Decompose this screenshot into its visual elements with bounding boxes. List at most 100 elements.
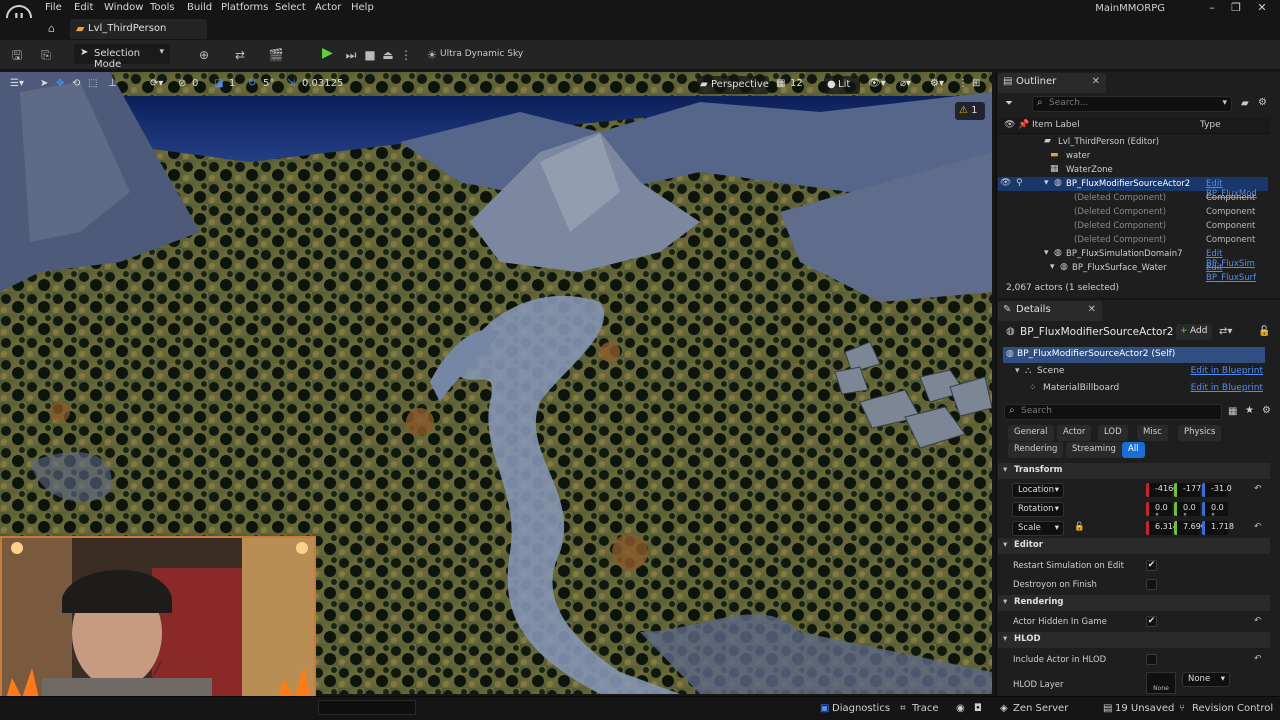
save-icon[interactable]: 🖫 <box>9 47 25 63</box>
outliner-row[interactable]: (Deleted Component) Component <box>998 233 1268 247</box>
scale-mode-dropdown[interactable]: Scale ▾ <box>1012 521 1064 536</box>
angle-snap-value[interactable]: 5° <box>263 78 274 92</box>
cinematics-icon[interactable]: 🎬 <box>268 47 284 63</box>
outliner-row-selected[interactable]: 👁 ⚲ ▾ ◍ BP_FluxModifierSourceActor2 Edit… <box>998 177 1268 199</box>
select-tool-icon[interactable]: ➤ <box>40 78 48 92</box>
filter-actor[interactable]: Actor <box>1057 425 1092 441</box>
level-tab[interactable]: ▰ Lvl_ThirdPerson <box>70 19 207 39</box>
reset-arrow-icon[interactable]: ↶ <box>1254 522 1262 532</box>
rendering-category[interactable]: ▾ Rendering <box>998 595 1270 611</box>
play-icon[interactable]: ▶ <box>322 45 338 63</box>
fov-icon[interactable]: ▦ <box>776 78 785 92</box>
outliner-row[interactable]: ▰ Lvl_ThirdPerson (Editor) <box>998 135 1268 149</box>
more-options-icon[interactable]: ⋮ <box>958 78 968 92</box>
outliner-row[interactable]: ▾ ◍ BP_FluxSurface_Water Edit BP_FluxSur… <box>998 261 1268 283</box>
destroy-on-finish-checkbox[interactable] <box>1146 579 1157 590</box>
outliner-settings-icon[interactable]: ⚙ <box>1258 97 1267 108</box>
warning-badge[interactable]: ⚠ 1 <box>955 102 985 120</box>
view-mode-dropdown[interactable]: ● Lit <box>824 76 860 94</box>
show-flags-icon[interactable]: 👁▾ <box>868 78 886 92</box>
component-row[interactable]: ⁘ MaterialBillboard Edit in Blueprint <box>1003 381 1265 397</box>
property-matrix-icon[interactable]: ▦ <box>1228 406 1237 417</box>
outliner-row[interactable]: ▦ WaterZone <box>998 163 1268 177</box>
grid-snap-value[interactable]: 0 <box>192 78 198 92</box>
close-icon[interactable]: ✕ <box>1088 304 1096 315</box>
reset-arrow-icon[interactable]: ↶ <box>1254 616 1262 626</box>
blueprint-options-icon[interactable]: ⇄▾ <box>1219 326 1232 337</box>
menu-edit[interactable]: Edit <box>74 2 93 13</box>
scale-snap-icon[interactable]: ⇲ <box>287 78 295 92</box>
filter-general[interactable]: General <box>1008 425 1054 441</box>
rotation-snap-icon[interactable]: ◪ <box>214 78 223 92</box>
sky-dropdown[interactable]: Ultra Dynamic Sky <box>440 49 523 59</box>
item-label-column-header[interactable]: Item Label <box>1032 120 1080 130</box>
record-icon[interactable]: ◉ <box>956 703 965 714</box>
scale-x-field[interactable]: 6.314 <box>1146 521 1178 535</box>
favorites-star-icon[interactable]: ★ <box>1245 405 1254 416</box>
expand-arrow-icon[interactable]: ▾ <box>1044 178 1049 188</box>
content-browser-icon[interactable]: ⎘ <box>38 47 54 63</box>
menu-help[interactable]: Help <box>351 2 374 13</box>
menu-build[interactable]: Build <box>187 2 212 13</box>
component-row[interactable]: ▾ ⛬ Scene Edit in Blueprint <box>1003 364 1265 380</box>
menu-platforms[interactable]: Platforms <box>221 2 268 13</box>
outliner-row[interactable]: (Deleted Component) Component <box>998 219 1268 233</box>
rotation-z-field[interactable]: 0.0 ° <box>1202 502 1228 521</box>
zen-server-button[interactable]: Zen Server <box>1013 703 1068 714</box>
filter-streaming[interactable]: Streaming <box>1066 442 1122 458</box>
rotation-mode-dropdown[interactable]: Rotation ▾ <box>1012 502 1064 517</box>
location-mode-dropdown[interactable]: Location ▾ <box>1012 483 1064 498</box>
eject-icon[interactable]: ⏏ <box>380 47 396 63</box>
unsaved-button[interactable]: 19 Unsaved <box>1115 703 1174 714</box>
scale-y-field[interactable]: 7.69€ <box>1174 521 1206 535</box>
maximize-icon[interactable]: ❐ <box>1226 1 1246 15</box>
rotation-snap-value[interactable]: 1 <box>229 78 235 92</box>
filter-icon[interactable]: ⏷ <box>1005 98 1013 109</box>
scale-z-field[interactable]: 1.718 <box>1202 521 1234 535</box>
scale-lock-icon[interactable]: 🔓 <box>1074 522 1085 532</box>
angle-snap-icon[interactable]: ↻ <box>248 78 256 92</box>
menu-window[interactable]: Window <box>104 2 143 13</box>
filter-all[interactable]: All <box>1122 442 1145 458</box>
console-command-input[interactable] <box>318 700 416 715</box>
location-y-field[interactable]: -177! <box>1174 483 1204 497</box>
layout-icon[interactable]: ⊞ <box>972 78 980 92</box>
outliner-row[interactable]: (Deleted Component) Component <box>998 205 1268 219</box>
restart-simulation-checkbox[interactable]: ✔ <box>1146 560 1157 571</box>
scale-snap-value[interactable]: 0.03125 <box>302 78 343 92</box>
location-x-field[interactable]: -416€ <box>1146 483 1178 497</box>
outliner-row[interactable]: (Deleted Component) Component <box>998 191 1268 205</box>
edit-blueprint-link[interactable]: Edit BP_FluxSurf <box>1206 263 1268 283</box>
advance-frame-icon[interactable]: ⏭ <box>343 47 359 63</box>
settings-icon[interactable]: ⚙▾ <box>930 78 944 92</box>
edit-in-blueprint-link[interactable]: Edit in Blueprint <box>1191 366 1263 376</box>
reset-arrow-icon[interactable]: ↶ <box>1254 484 1262 494</box>
menu-actor[interactable]: Actor <box>315 2 341 13</box>
outliner-row[interactable]: ▬ water <box>998 149 1268 163</box>
lock-icon[interactable]: 🔓 <box>1258 326 1270 337</box>
rotation-y-field[interactable]: 0.0 ° <box>1174 502 1200 521</box>
type-column-header[interactable]: Type <box>1200 120 1221 130</box>
rotate-tool-icon[interactable]: ⟲ <box>72 78 80 92</box>
trace-button[interactable]: Trace <box>912 703 939 714</box>
expand-arrow-icon[interactable]: ▾ <box>1015 366 1020 376</box>
viewport-options-icon[interactable]: ☰▾ <box>10 78 24 92</box>
filter-lod[interactable]: LOD <box>1098 425 1128 441</box>
expand-arrow-icon[interactable]: ▾ <box>1044 248 1049 258</box>
sky-icon[interactable]: ☀ <box>424 47 440 63</box>
details-tab[interactable]: ✎ Details ✕ <box>998 301 1102 321</box>
selection-mode-dropdown[interactable]: ➤ Selection Mode ▾ <box>74 44 170 70</box>
close-window-icon[interactable]: ✕ <box>1252 1 1272 15</box>
add-actor-icon[interactable]: ⊕ <box>196 47 212 63</box>
pin-icon[interactable]: ⚲ <box>1016 178 1023 188</box>
outliner-row[interactable]: ▾ ◍ BP_FluxSimulationDomain7 Edit BP_Flu… <box>998 247 1268 269</box>
transform-category[interactable]: ▾ Transform <box>998 463 1270 479</box>
transform-space-icon[interactable]: ⊥ <box>108 78 117 92</box>
hlod-layer-dropdown[interactable]: None ▾ <box>1182 672 1230 687</box>
menu-select[interactable]: Select <box>275 2 306 13</box>
grid-snap-icon[interactable]: ⊘ <box>178 78 186 92</box>
add-component-button[interactable]: + Add <box>1176 324 1212 340</box>
location-z-field[interactable]: -31.0 <box>1202 483 1232 497</box>
filter-physics[interactable]: Physics <box>1178 425 1222 441</box>
stop-icon[interactable]: ■ <box>362 47 378 63</box>
